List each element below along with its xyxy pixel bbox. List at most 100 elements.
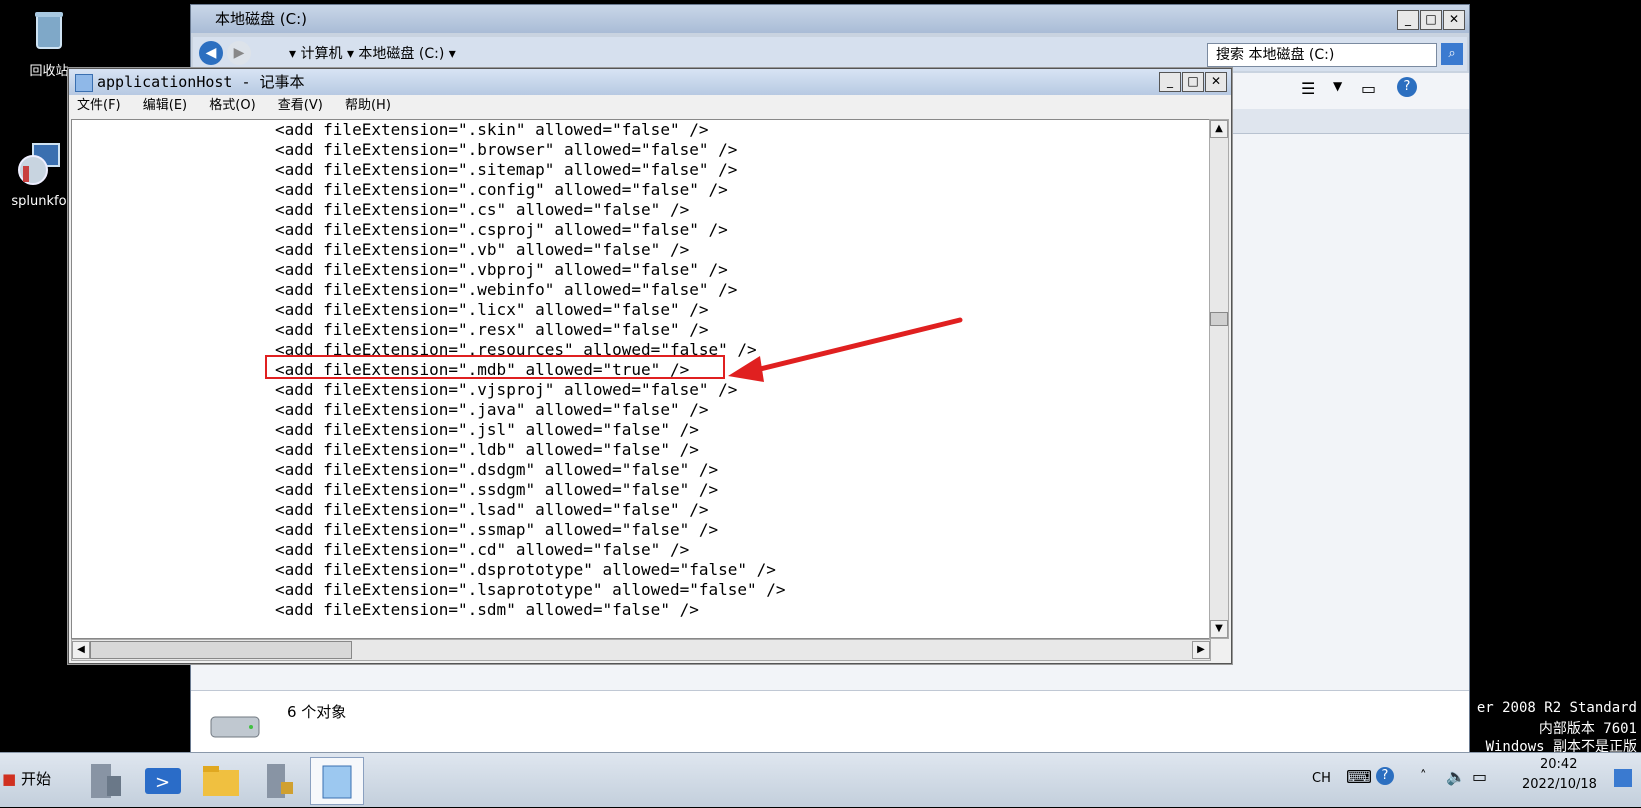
column-header-bar: [1211, 109, 1469, 134]
help-icon[interactable]: ?: [1397, 77, 1417, 97]
speaker-icon[interactable]: 🔈: [1446, 767, 1466, 786]
code-line: <add fileExtension=".browser" allowed="f…: [275, 140, 738, 159]
vertical-scrollbar[interactable]: ▲ ▼: [1209, 119, 1229, 639]
breadcrumb[interactable]: ▾ 计算机 ▾ 本地磁盘 (C:) ▾: [289, 37, 456, 71]
code-line: <add fileExtension=".dsdgm" allowed="fal…: [275, 460, 719, 479]
scroll-up-arrow[interactable]: ▲: [1210, 120, 1228, 138]
notepad-menu-bar: 文件(F) 编辑(E) 格式(O) 查看(V) 帮助(H): [69, 95, 1231, 117]
preview-pane-icon[interactable]: ▭: [1361, 79, 1376, 98]
code-line: <add fileExtension=".jsl" allowed="false…: [275, 420, 699, 439]
taskbar-powershell[interactable]: >: [136, 757, 190, 805]
clock-date[interactable]: 2022/10/18: [1522, 777, 1597, 792]
code-line: <add fileExtension=".sdm" allowed="false…: [275, 600, 699, 619]
search-icon[interactable]: ⌕: [1441, 43, 1463, 65]
menu-file[interactable]: 文件(F): [77, 98, 121, 113]
maximize-button[interactable]: □: [1182, 72, 1204, 92]
notepad-text-area[interactable]: <add fileExtension=".skin" allowed="fals…: [71, 119, 1211, 639]
code-line: <add fileExtension=".sitemap" allowed="f…: [275, 160, 738, 179]
code-line: <add fileExtension=".vb" allowed="false"…: [275, 240, 690, 259]
server-lock-icon: [267, 764, 293, 798]
chevron-up-icon[interactable]: ˄: [1420, 769, 1427, 784]
explorer-title: 本地磁盘 (C:): [215, 10, 307, 28]
desktop-icon-splunk[interactable]: splunkfo: [4, 140, 74, 209]
language-indicator[interactable]: CH: [1312, 771, 1331, 786]
code-line: <add fileExtension=".vbproj" allowed="fa…: [275, 260, 728, 279]
notepad-title: applicationHost - 记事本: [97, 73, 305, 91]
taskbar-security[interactable]: [252, 757, 306, 805]
help-icon[interactable]: ?: [1376, 767, 1394, 785]
minimize-button[interactable]: _: [1397, 10, 1419, 30]
explorer-title-bar[interactable]: 本地磁盘 (C:): [191, 5, 1469, 33]
windows-logo-icon: ■: [2, 770, 17, 788]
code-line: <add fileExtension=".java" allowed="fals…: [275, 400, 709, 419]
status-object-count: 6 个对象: [287, 703, 347, 721]
minimize-button[interactable]: _: [1159, 72, 1181, 92]
drive-icon: [210, 716, 260, 738]
breadcrumb-disk[interactable]: 本地磁盘 (C:): [358, 46, 444, 62]
search-input[interactable]: 搜索 本地磁盘 (C:): [1207, 43, 1437, 67]
menu-edit[interactable]: 编辑(E): [143, 98, 187, 113]
close-button[interactable]: ✕: [1205, 72, 1227, 92]
os-watermark-line2: 内部版本 7601: [1538, 721, 1637, 737]
show-desktop-icon[interactable]: [1614, 769, 1632, 787]
keyboard-icon[interactable]: ⌨: [1346, 767, 1372, 788]
back-button[interactable]: ◀: [199, 41, 223, 65]
os-watermark-line1: er 2008 R2 Standard: [1476, 700, 1637, 716]
menu-help[interactable]: 帮助(H): [345, 98, 391, 113]
breadcrumb-computer[interactable]: 计算机: [300, 46, 342, 62]
scroll-down-arrow[interactable]: ▼: [1210, 620, 1228, 638]
scroll-thumb[interactable]: [1210, 312, 1228, 326]
installer-icon: [18, 143, 60, 185]
horizontal-scrollbar[interactable]: ◀ ▶: [71, 639, 1211, 661]
clock-time[interactable]: 20:42: [1540, 757, 1577, 772]
menu-view[interactable]: 查看(V): [278, 98, 323, 113]
network-icon[interactable]: ▭: [1472, 767, 1487, 786]
code-line: <add fileExtension=".skin" allowed="fals…: [275, 120, 709, 139]
recycle-bin-icon: [35, 12, 63, 49]
code-line: <add fileExtension=".webinfo" allowed="f…: [275, 280, 738, 299]
code-line: <add fileExtension=".ldb" allowed="false…: [275, 440, 699, 459]
folder-icon: [203, 766, 239, 796]
code-line: <add fileExtension=".vjsproj" allowed="f…: [275, 380, 738, 399]
server-manager-icon: [91, 764, 121, 798]
code-line: <add fileExtension=".lsaprototype" allow…: [275, 580, 786, 599]
svg-text:>: >: [155, 772, 170, 793]
code-line: <add fileExtension=".csproj" allowed="fa…: [275, 220, 728, 239]
code-line: <add fileExtension=".lsad" allowed="fals…: [275, 500, 709, 519]
code-line: <add fileExtension=".ssdgm" allowed="fal…: [275, 480, 719, 499]
taskbar-server-manager[interactable]: [78, 757, 132, 805]
code-line: <add fileExtension=".cd" allowed="false"…: [275, 540, 690, 559]
taskbar: ■ 开始 > CH ⌨ ? ˄ 🔈 ▭ 20:42 2022/10/18: [0, 752, 1641, 807]
view-toolbar[interactable]: ☰ ▼ ▭ ?: [1301, 75, 1461, 103]
menu-format[interactable]: 格式(O): [209, 98, 255, 113]
chevron-down-icon: ▾: [346, 46, 359, 62]
explorer-status-bar: 6 个对象: [191, 690, 1469, 753]
chevron-down-icon[interactable]: ▼: [1333, 79, 1342, 93]
view-options-icon[interactable]: ☰: [1301, 79, 1315, 98]
chevron-down-icon: ▾: [448, 46, 456, 62]
powershell-icon: >: [145, 768, 181, 794]
taskbar-explorer[interactable]: [194, 757, 248, 805]
maximize-button[interactable]: □: [1420, 10, 1442, 30]
start-button[interactable]: ■ 开始: [2, 761, 58, 797]
desktop-icon-label: splunkfo: [11, 194, 67, 209]
code-line: <add fileExtension=".resx" allowed="fals…: [275, 320, 709, 339]
scroll-right-arrow[interactable]: ▶: [1192, 641, 1210, 659]
notepad-icon: [75, 74, 93, 92]
code-line: <add fileExtension=".ssmap" allowed="fal…: [275, 520, 719, 539]
close-button[interactable]: ✕: [1443, 10, 1465, 30]
forward-button[interactable]: ▶: [227, 41, 251, 65]
code-line: <add fileExtension=".config" allowed="fa…: [275, 180, 728, 199]
explorer-address-bar[interactable]: ◀ ▶ ▾ 计算机 ▾ 本地磁盘 (C:) ▾ 搜索 本地磁盘 (C:) ⌕: [193, 37, 1467, 71]
notepad-icon: [322, 765, 352, 799]
notepad-title-bar[interactable]: applicationHost - 记事本: [69, 69, 1231, 95]
code-line: <add fileExtension=".cs" allowed="false"…: [275, 200, 690, 219]
taskbar-notepad[interactable]: [310, 757, 364, 805]
highlight-box: [265, 355, 725, 379]
code-line: <add fileExtension=".licx" allowed="fals…: [275, 300, 709, 319]
scroll-thumb[interactable]: [90, 641, 352, 659]
scroll-left-arrow[interactable]: ◀: [72, 641, 90, 659]
code-line: <add fileExtension=".dsprototype" allowe…: [275, 560, 776, 579]
start-label: 开始: [20, 770, 51, 788]
annotation-arrow: [728, 317, 963, 382]
